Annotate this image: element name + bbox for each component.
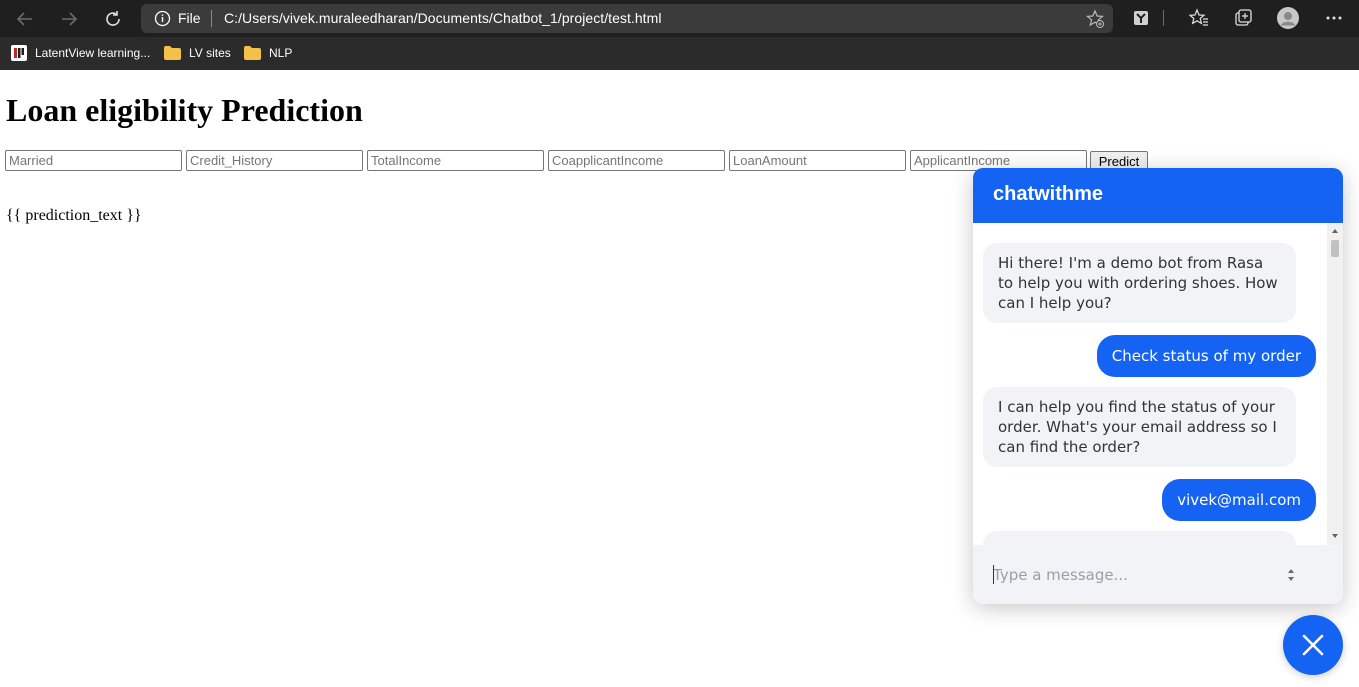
bookmark-latentview[interactable]: LatentView learning...: [11, 43, 150, 63]
page-title: Loan eligibility Prediction: [6, 92, 363, 128]
bookmark-label: LV sites: [189, 46, 231, 60]
chat-title: chatwithme: [993, 183, 1104, 205]
chat-message-input[interactable]: [993, 563, 1283, 587]
chat-widget: chatwithme Hi there! I'm a demo bot from…: [973, 168, 1343, 604]
chat-header: chatwithme: [973, 168, 1343, 223]
settings-menu-button[interactable]: [1323, 7, 1345, 29]
info-icon[interactable]: [154, 10, 171, 27]
collections-icon: [1235, 9, 1252, 26]
bookmarks-bar: LatentView learning... LV sites NLP: [0, 37, 1359, 70]
bookmark-nlp[interactable]: NLP: [244, 43, 292, 63]
bot-message: Hi there! I'm a demo bot from Rasa to he…: [983, 243, 1296, 323]
address-divider: [211, 10, 212, 27]
chat-scrollbar[interactable]: [1327, 223, 1343, 545]
text-caret: [993, 565, 994, 584]
forward-button[interactable]: [56, 6, 82, 32]
favorites-button[interactable]: [1188, 7, 1210, 29]
chat-messages[interactable]: Hi there! I'm a demo bot from Rasa to he…: [973, 223, 1343, 545]
married-input[interactable]: [5, 150, 182, 171]
address-bar[interactable]: File C:/Users/vivek.muraleedharan/Docume…: [141, 4, 1113, 33]
bookmark-lv-sites[interactable]: LV sites: [164, 43, 231, 63]
loan-amount-input[interactable]: [729, 150, 906, 171]
arrow-left-icon: [16, 12, 32, 26]
scroll-up-icon[interactable]: [1331, 227, 1339, 235]
add-favorite-icon[interactable]: [1085, 9, 1105, 29]
total-income-input[interactable]: [367, 150, 544, 171]
back-button[interactable]: [12, 6, 38, 32]
scroll-down-icon[interactable]: [1331, 532, 1339, 540]
user-message: Check status of my order: [1096, 335, 1316, 377]
collections-button[interactable]: [1232, 7, 1254, 29]
close-icon: [1302, 634, 1324, 656]
prediction-text: {{ prediction_text }}: [6, 207, 142, 224]
toolbar-divider: [1162, 7, 1164, 29]
extension-shield-icon: [1134, 11, 1148, 25]
bot-message: I can help you find the status of your o…: [983, 387, 1296, 467]
avatar-icon: [1277, 7, 1299, 29]
coapplicant-income-input[interactable]: [548, 150, 725, 171]
folder-icon: [244, 46, 261, 60]
address-url[interactable]: C:/Users/vivek.muraleedharan/Documents/C…: [224, 10, 662, 26]
user-message: vivek@mail.com: [1162, 479, 1316, 521]
more-horizontal-icon: [1326, 16, 1342, 20]
bot-message: [983, 531, 1296, 545]
address-scheme-label: File: [178, 10, 201, 26]
favorites-star-icon: [1189, 8, 1208, 26]
scroll-thumb[interactable]: [1331, 240, 1339, 257]
refresh-icon: [106, 11, 120, 26]
folder-icon: [164, 46, 181, 60]
bookmark-label: LatentView learning...: [35, 46, 151, 60]
bookmark-label: NLP: [269, 46, 293, 60]
profile-button[interactable]: [1277, 7, 1299, 29]
arrow-right-icon: [62, 12, 78, 26]
browser-toolbar: File C:/Users/vivek.muraleedharan/Docume…: [0, 0, 1359, 37]
extension-button[interactable]: [1130, 7, 1152, 29]
resize-spinner-icon[interactable]: [1286, 567, 1296, 583]
latentview-icon: [11, 45, 27, 61]
chat-close-button[interactable]: [1283, 615, 1343, 675]
chat-input-area: [973, 545, 1343, 604]
credit-history-input[interactable]: [186, 150, 363, 171]
refresh-button[interactable]: [100, 6, 126, 32]
